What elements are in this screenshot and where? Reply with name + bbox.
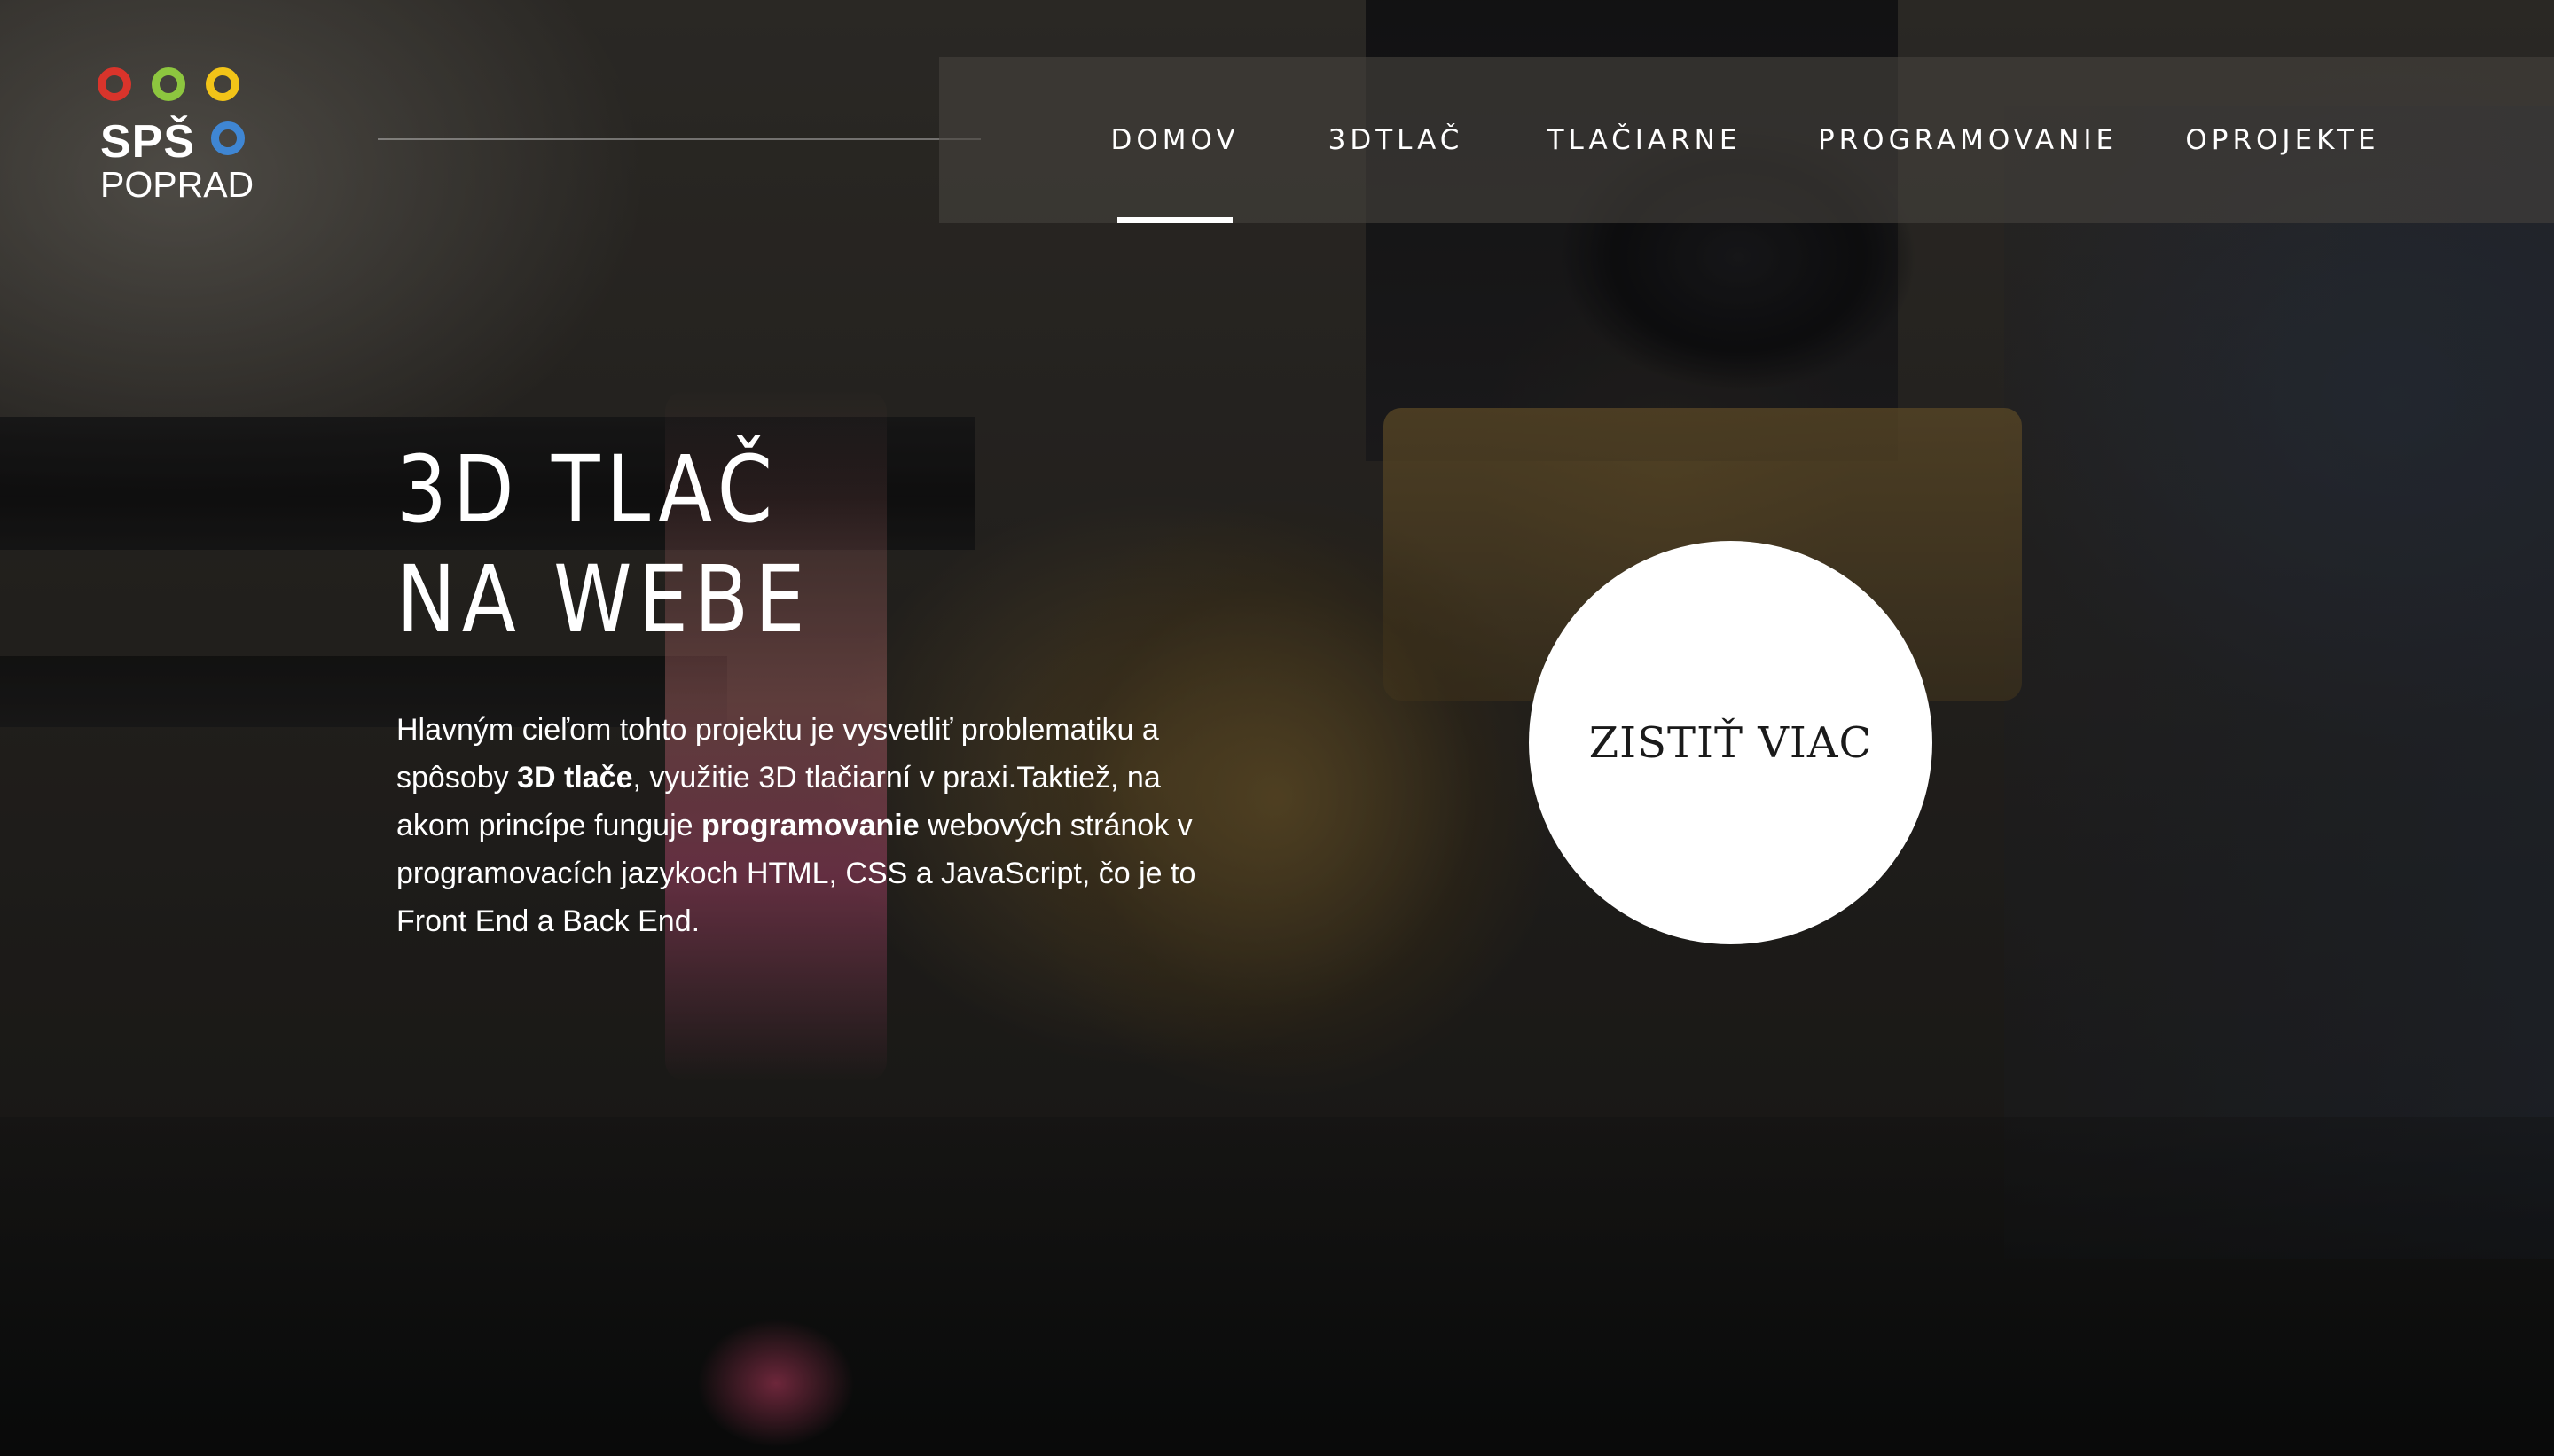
nav-active-indicator xyxy=(1117,217,1233,223)
nav-item-label: OPROJEKTE xyxy=(2185,123,2380,156)
logo-circles xyxy=(98,64,253,117)
logo-text-sps: SPŠ xyxy=(100,116,196,168)
nav-item-tlaciarne[interactable]: TLAČIARNE xyxy=(1547,57,1737,223)
logo-ring-red xyxy=(98,67,131,101)
main-navigation: DOMOV 3DTLAČ TLAČIARNE PROGRAMOVANIE OPR… xyxy=(939,57,2554,223)
logo-ring-blue xyxy=(211,121,245,155)
learn-more-button[interactable]: ZISTIŤ VIAC xyxy=(1529,541,1932,944)
logo-text-poprad: POPRAD xyxy=(100,164,255,205)
nav-item-3dtlac[interactable]: 3DTLAČ xyxy=(1328,57,1460,223)
hero-section: SPŠ POPRAD DOMOV 3DTLAČ TLAČIARNE PROGRA… xyxy=(0,0,2554,1456)
hero-title: 3D TLAČ NA WEBE xyxy=(396,434,811,654)
nav-item-programovanie[interactable]: PROGRAMOVANIE xyxy=(1818,57,2113,223)
site-logo[interactable]: SPŠ POPRAD xyxy=(98,64,255,206)
nav-item-label: PROGRAMOVANIE xyxy=(1817,123,2119,156)
hero-desc-bold-programovanie: programovanie xyxy=(701,809,920,842)
learn-more-label: ZISTIŤ VIAC xyxy=(1588,717,1873,768)
nav-item-domov[interactable]: DOMOV xyxy=(1110,57,1235,223)
nav-item-oprojekte[interactable]: OPROJEKTE xyxy=(2185,57,2376,223)
hero-description: Hlavným cieľom tohto projektu je vysvetl… xyxy=(396,706,1221,945)
hero-title-line1: 3D TLAČ xyxy=(396,435,779,544)
logo-ring-green xyxy=(152,67,185,101)
logo-ring-yellow xyxy=(206,67,239,101)
nav-item-label: DOMOV xyxy=(1110,123,1240,156)
hero-desc-bold-3d-tlace: 3D tlače xyxy=(517,761,633,795)
hero-title-line2: NA WEBE xyxy=(396,545,811,654)
nav-item-label: 3DTLAČ xyxy=(1328,123,1464,156)
nav-item-label: TLAČIARNE xyxy=(1547,123,1742,156)
header-divider-line xyxy=(378,138,981,140)
